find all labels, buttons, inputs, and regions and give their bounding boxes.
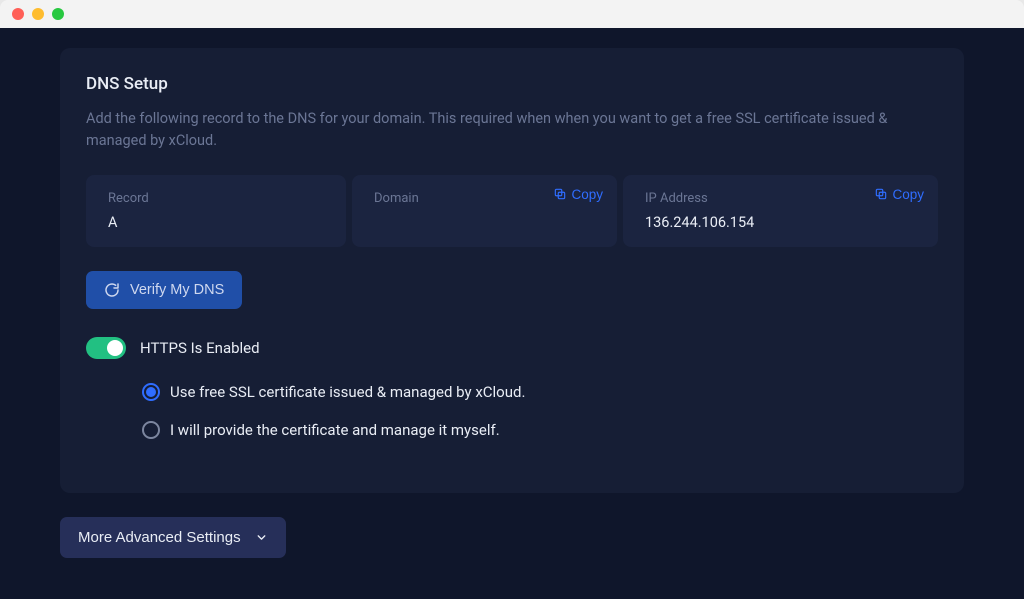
https-toggle-label: HTTPS Is Enabled bbox=[140, 339, 260, 357]
card-title: DNS Setup bbox=[86, 74, 938, 94]
ssl-option-self[interactable]: I will provide the certificate and manag… bbox=[142, 421, 938, 439]
more-advanced-settings-button[interactable]: More Advanced Settings bbox=[60, 517, 286, 558]
dns-info-row: Record A Copy Domain Copy bbox=[86, 175, 938, 247]
chevron-down-icon bbox=[255, 531, 268, 544]
window-titlebar bbox=[0, 0, 1024, 28]
ssl-option-free-label: Use free SSL certificate issued & manage… bbox=[170, 383, 525, 401]
dns-domain-cell: Copy Domain bbox=[352, 175, 617, 247]
https-toggle-row: HTTPS Is Enabled bbox=[86, 337, 938, 359]
refresh-icon bbox=[104, 282, 120, 298]
window-minimize-button[interactable] bbox=[32, 8, 44, 20]
https-toggle[interactable] bbox=[86, 337, 126, 359]
dns-record-cell: Record A bbox=[86, 175, 346, 247]
copy-domain-label: Copy bbox=[571, 187, 603, 202]
radio-icon bbox=[142, 421, 160, 439]
copy-icon bbox=[874, 187, 888, 201]
more-advanced-settings-label: More Advanced Settings bbox=[78, 529, 241, 546]
copy-domain-button[interactable]: Copy bbox=[553, 187, 603, 202]
app-body: DNS Setup Add the following record to th… bbox=[0, 28, 1024, 599]
dns-record-value: A bbox=[108, 214, 117, 231]
dns-setup-card: DNS Setup Add the following record to th… bbox=[60, 48, 964, 493]
card-description: Add the following record to the DNS for … bbox=[86, 108, 938, 153]
ssl-option-self-label: I will provide the certificate and manag… bbox=[170, 421, 500, 439]
dns-ip-value: 136.244.106.154 bbox=[645, 214, 754, 231]
radio-icon bbox=[142, 383, 160, 401]
copy-icon bbox=[553, 187, 567, 201]
ssl-option-free[interactable]: Use free SSL certificate issued & manage… bbox=[142, 383, 938, 401]
verify-dns-button[interactable]: Verify My DNS bbox=[86, 271, 242, 309]
toggle-knob bbox=[107, 340, 123, 356]
dns-record-label: Record bbox=[108, 191, 324, 206]
ssl-radio-group: Use free SSL certificate issued & manage… bbox=[86, 383, 938, 467]
window-zoom-button[interactable] bbox=[52, 8, 64, 20]
copy-ip-button[interactable]: Copy bbox=[874, 187, 924, 202]
copy-ip-label: Copy bbox=[892, 187, 924, 202]
window-close-button[interactable] bbox=[12, 8, 24, 20]
dns-ip-cell: Copy IP Address 136.244.106.154 bbox=[623, 175, 938, 247]
verify-dns-label: Verify My DNS bbox=[130, 282, 224, 298]
